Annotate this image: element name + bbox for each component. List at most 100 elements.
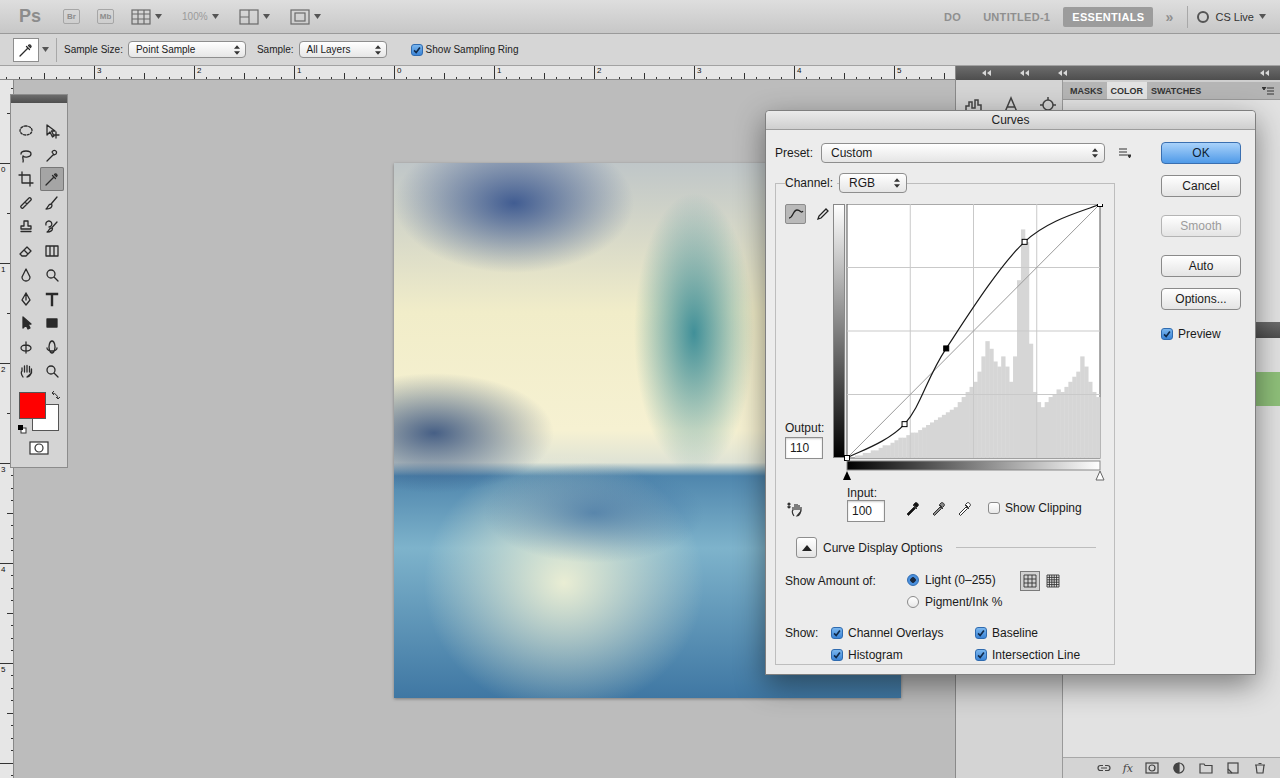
curve-point[interactable] bbox=[1098, 204, 1103, 207]
show-option[interactable]: Channel Overlays bbox=[831, 626, 975, 640]
tool-button[interactable] bbox=[14, 167, 38, 191]
curve-point[interactable] bbox=[944, 346, 949, 351]
tool-button[interactable] bbox=[14, 359, 38, 383]
black-point-slider[interactable] bbox=[843, 471, 851, 480]
workspace-button[interactable]: DO bbox=[935, 7, 970, 27]
layer-style-button[interactable]: fx bbox=[1123, 762, 1133, 775]
dialog-button[interactable]: Options... bbox=[1161, 288, 1241, 310]
panel-tab[interactable]: MASKS bbox=[1066, 82, 1107, 99]
curve-point[interactable] bbox=[845, 456, 850, 461]
view-extras-button[interactable] bbox=[131, 9, 162, 25]
tool-button[interactable] bbox=[14, 239, 38, 263]
preview-checkbox[interactable] bbox=[1161, 328, 1173, 340]
show-option-checkbox[interactable] bbox=[975, 649, 987, 661]
panel-tab[interactable]: COLOR bbox=[1107, 82, 1148, 99]
show-option[interactable]: Intersection Line bbox=[975, 648, 1080, 662]
display-options-toggle[interactable] bbox=[796, 537, 817, 558]
curve-point[interactable] bbox=[902, 422, 907, 427]
grid-size-button[interactable] bbox=[1020, 571, 1040, 591]
collapse-icon[interactable] bbox=[1058, 70, 1068, 76]
quick-mask-button[interactable] bbox=[29, 441, 49, 459]
tool-button[interactable] bbox=[40, 239, 64, 263]
preset-options-icon[interactable] bbox=[1119, 148, 1131, 158]
sample-size-select[interactable]: Point Sample bbox=[128, 41, 246, 58]
collapse-icon[interactable] bbox=[982, 70, 992, 76]
zoom-level[interactable]: 100% bbox=[182, 11, 219, 22]
dialog-button[interactable]: Auto bbox=[1161, 255, 1241, 277]
tool-button[interactable] bbox=[40, 167, 64, 191]
tool-button[interactable] bbox=[40, 311, 64, 335]
dialog-button[interactable]: OK bbox=[1161, 142, 1241, 164]
grid-size-button[interactable] bbox=[1043, 571, 1063, 591]
show-option[interactable]: Baseline bbox=[975, 626, 1080, 640]
show-option-checkbox[interactable] bbox=[831, 649, 843, 661]
more-workspaces-button[interactable]: » bbox=[1157, 9, 1181, 25]
tool-preset-picker[interactable] bbox=[13, 38, 49, 62]
default-colors-icon[interactable] bbox=[17, 424, 27, 434]
show-clipping-option[interactable]: Show Clipping bbox=[988, 501, 1082, 515]
collapse-icon[interactable] bbox=[1260, 70, 1270, 76]
black-eyedropper-icon[interactable] bbox=[905, 500, 921, 516]
show-option-checkbox[interactable] bbox=[831, 627, 843, 639]
swap-colors-icon[interactable] bbox=[51, 390, 61, 400]
tool-button[interactable] bbox=[14, 143, 38, 167]
pencil-draw-button[interactable] bbox=[812, 204, 833, 224]
amount-option[interactable]: Pigment/Ink % bbox=[907, 592, 1002, 612]
sampling-ring-option[interactable]: Show Sampling Ring bbox=[411, 44, 519, 56]
output-field[interactable]: 110 bbox=[785, 437, 823, 459]
panel-tab[interactable]: SWATCHES bbox=[1147, 82, 1205, 99]
tool-button[interactable] bbox=[14, 191, 38, 215]
tool-button[interactable] bbox=[40, 263, 64, 287]
show-clipping-checkbox[interactable] bbox=[988, 502, 1000, 514]
mini-bridge-button[interactable]: Mb bbox=[97, 9, 114, 24]
tool-button[interactable] bbox=[14, 215, 38, 239]
tool-button[interactable] bbox=[14, 335, 38, 359]
new-layer-icon[interactable] bbox=[1225, 762, 1241, 774]
foreground-color-swatch[interactable] bbox=[19, 392, 46, 419]
sample-select[interactable]: All Layers bbox=[299, 41, 387, 58]
dialog-title-bar[interactable]: Curves bbox=[766, 111, 1255, 130]
dialog-button[interactable]: Cancel bbox=[1161, 175, 1241, 197]
workspace-button[interactable]: ESSENTIALS bbox=[1063, 7, 1153, 27]
cs-live-button[interactable]: CS Live bbox=[1196, 10, 1266, 24]
amount-option[interactable]: Light (0–255) bbox=[907, 570, 1002, 590]
adjustment-layer-icon[interactable] bbox=[1171, 762, 1187, 774]
tool-button[interactable] bbox=[40, 335, 64, 359]
sampling-ring-checkbox[interactable] bbox=[411, 44, 423, 56]
collapse-icon[interactable] bbox=[1020, 70, 1030, 76]
trash-icon[interactable] bbox=[1252, 762, 1268, 774]
preview-option[interactable]: Preview bbox=[1161, 327, 1241, 341]
target-adjustment-icon[interactable] bbox=[787, 500, 805, 518]
radio-button[interactable] bbox=[907, 574, 919, 586]
radio-button[interactable] bbox=[907, 596, 919, 608]
tool-button[interactable] bbox=[40, 287, 64, 311]
app-logo[interactable]: Ps bbox=[19, 6, 41, 27]
tool-button[interactable] bbox=[14, 287, 38, 311]
preset-select[interactable]: Custom bbox=[821, 143, 1105, 163]
tools-panel-header[interactable] bbox=[11, 95, 67, 103]
tool-button[interactable] bbox=[40, 191, 64, 215]
link-icon[interactable] bbox=[1096, 762, 1112, 774]
channel-select[interactable]: RGB bbox=[839, 173, 907, 193]
white-eyedropper-icon[interactable] bbox=[957, 500, 973, 516]
tool-button[interactable] bbox=[40, 359, 64, 383]
tool-button[interactable] bbox=[14, 119, 38, 143]
workspace-button[interactable]: UNTITLED-1 bbox=[974, 7, 1059, 27]
tool-button[interactable] bbox=[14, 311, 38, 335]
tool-button[interactable] bbox=[40, 119, 64, 143]
bridge-button[interactable]: Br bbox=[63, 9, 80, 24]
tool-button[interactable] bbox=[14, 263, 38, 287]
tool-button[interactable] bbox=[40, 143, 64, 167]
panel-menu-icon[interactable] bbox=[1262, 87, 1274, 95]
input-field[interactable]: 100 bbox=[847, 500, 885, 522]
show-option-checkbox[interactable] bbox=[975, 627, 987, 639]
curve-graph[interactable] bbox=[833, 204, 1105, 484]
show-option[interactable]: Histogram bbox=[831, 648, 975, 662]
screen-mode-button[interactable] bbox=[290, 9, 321, 25]
gray-eyedropper-icon[interactable] bbox=[931, 500, 947, 516]
arrange-documents-button[interactable] bbox=[239, 9, 270, 25]
tool-button[interactable] bbox=[40, 215, 64, 239]
curve-point[interactable] bbox=[1022, 239, 1027, 244]
layer-mask-icon[interactable] bbox=[1144, 762, 1160, 774]
curve-edit-button[interactable] bbox=[785, 204, 806, 224]
